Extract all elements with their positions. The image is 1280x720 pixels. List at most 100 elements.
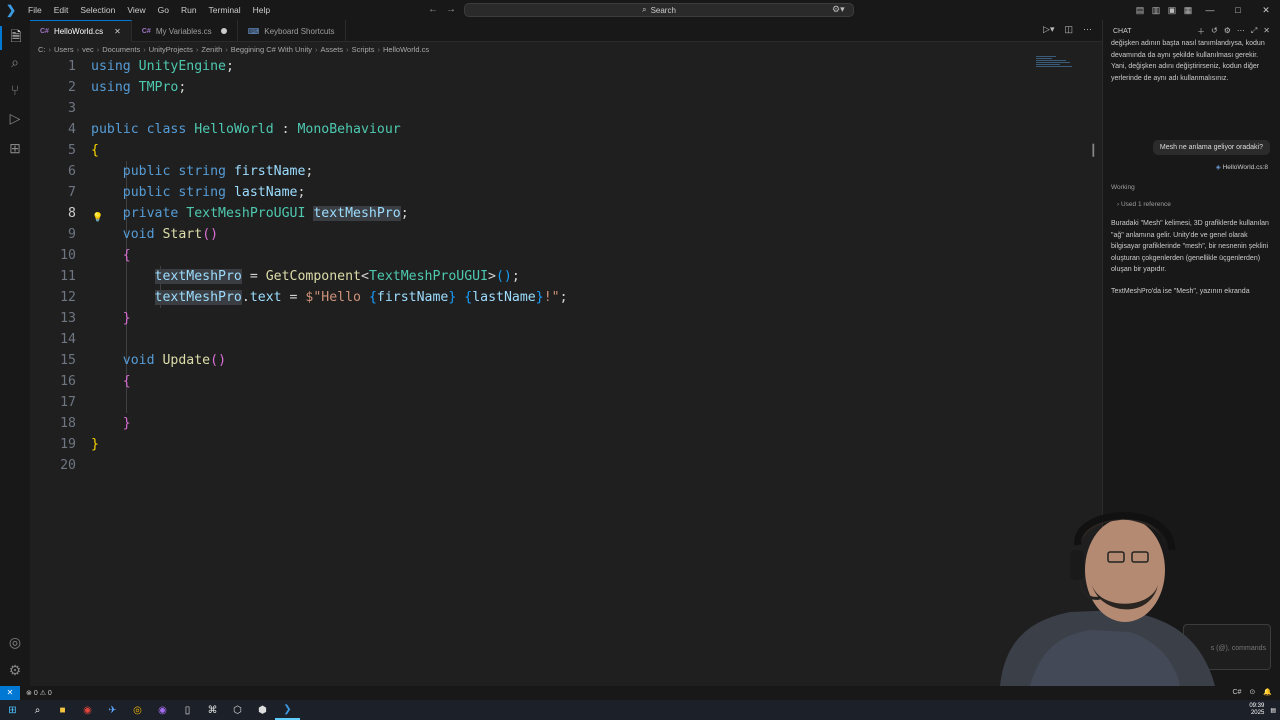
tab-my-variables[interactable]: C# My Variables.cs [132, 20, 238, 42]
close-window-icon[interactable]: ✕ [1252, 5, 1280, 16]
app-blue-icon[interactable]: ✈ [100, 700, 125, 720]
code-line[interactable]: 12 textMeshPro.text = $"Hello {firstName… [30, 287, 1090, 308]
settings-gear-icon[interactable]: ⚙ [1224, 26, 1231, 37]
more-icon[interactable]: ⋯ [1237, 26, 1245, 37]
breadcrumb-item[interactable]: vec [82, 45, 94, 54]
code-token: public [122, 164, 171, 179]
run-icon[interactable]: ▷▾ [1043, 24, 1054, 35]
breadcrumb-item[interactable]: Documents [102, 45, 140, 54]
breadcrumb-item[interactable]: C: [38, 45, 46, 54]
file-explorer-icon[interactable]: ■ [50, 700, 75, 720]
problems-indicator[interactable]: ⊗ 0 ⚠ 0 [20, 689, 52, 697]
breadcrumb-item[interactable]: Zenith [201, 45, 222, 54]
code-line[interactable]: 18 } [30, 413, 1090, 434]
gamepad-icon[interactable]: ⌘ [200, 700, 225, 720]
search-activity-icon[interactable]: ⌕ [0, 54, 30, 71]
menu-file[interactable]: File [22, 0, 48, 20]
chevron-right-icon: › [1117, 201, 1120, 208]
reference-file[interactable]: ◈ HelloWorld.cs:8 [1216, 163, 1268, 171]
menu-go[interactable]: Go [152, 0, 175, 20]
notifications-bell-icon[interactable]: 🔔 [1263, 686, 1272, 700]
minimap[interactable] [1036, 56, 1092, 76]
close-chat-icon[interactable]: ✕ [1263, 26, 1270, 37]
code-line[interactable]: 19} [30, 434, 1090, 455]
code-token: } [122, 311, 131, 326]
more-actions-icon[interactable]: ⋯ [1083, 24, 1092, 35]
code-line[interactable]: 11 textMeshPro = GetComponent<TextMeshPr… [30, 266, 1090, 287]
windows-start-icon[interactable]: ⊞ [0, 700, 25, 720]
used-references[interactable]: › Used 1 reference [1117, 201, 1171, 208]
notepad-icon[interactable]: ▯ [175, 700, 200, 720]
code-line[interactable]: 20 [30, 455, 1090, 476]
menu-run[interactable]: Run [175, 0, 203, 20]
code-line[interactable]: 8 💡 private TextMeshProUGUI textMeshPro; [30, 203, 1090, 224]
clock[interactable]: 09:39 2025 [1249, 703, 1264, 717]
breadcrumb-item[interactable]: Beggining C# With Unity [231, 45, 312, 54]
unsaved-dot-icon[interactable] [220, 28, 227, 34]
code-line[interactable]: 13 } [30, 308, 1090, 329]
explorer-icon[interactable]: 🗎 [0, 26, 30, 50]
close-tab-icon[interactable]: ✕ [114, 27, 121, 36]
extensions-icon[interactable]: ⊞ [0, 140, 30, 157]
toggle-secondary-sidebar-icon[interactable]: ▣ [1164, 5, 1180, 16]
tab-helloworld[interactable]: C# HelloWorld.cs ✕ [30, 20, 132, 42]
code-line[interactable]: 10 { [30, 245, 1090, 266]
history-icon[interactable]: ↺ [1211, 26, 1218, 37]
taskbar-search-icon[interactable]: ⌕ [25, 700, 50, 720]
app-red-icon[interactable]: ◉ [75, 700, 100, 720]
chrome-icon[interactable]: ◎ [125, 700, 150, 720]
accounts-icon[interactable]: ◎ [0, 634, 30, 651]
toggle-primary-sidebar-icon[interactable]: ▤ [1132, 5, 1148, 16]
breadcrumb-item[interactable]: UnityProjects [149, 45, 193, 54]
remote-indicator-icon[interactable]: ✕ [0, 686, 20, 700]
code-line[interactable]: 15 void Update() [30, 350, 1090, 371]
tab-keyboard-shortcuts[interactable]: ⌨ Keyboard Shortcuts [238, 20, 346, 42]
toggle-panel-icon[interactable]: ▥ [1148, 5, 1164, 16]
code-token: ; [305, 164, 314, 179]
breadcrumb-item[interactable]: Users [54, 45, 74, 54]
code-line[interactable]: 4 public class HelloWorld : MonoBehaviour [30, 119, 1090, 140]
forward-arrow-icon[interactable]: → [446, 0, 456, 20]
windows-taskbar: ⊞ ⌕ ■ ◉ ✈ ◎ ◉ ▯ ⌘ ⬡ ⬢ ❯ 09:39 2025 ▤ [0, 700, 1280, 720]
code-line[interactable]: 17 [30, 392, 1090, 413]
code-editor[interactable]: 1 using UnityEngine; 2 using TMPro; 3 4 public… [30, 56, 1102, 686]
code-line[interactable]: 16 { [30, 371, 1090, 392]
copilot-status-icon[interactable]: ⊙ [1249, 686, 1255, 700]
run-debug-icon[interactable]: ▷ [0, 110, 30, 127]
code-token: using [91, 80, 131, 95]
restore-icon[interactable]: □ [1224, 5, 1252, 15]
customize-layout-icon[interactable]: ▦ [1180, 5, 1196, 16]
unity-icon[interactable]: ⬡ [225, 700, 250, 720]
breadcrumb-file[interactable]: HelloWorld.cs [383, 45, 429, 54]
code-line[interactable]: 6 public string firstName; [30, 161, 1090, 182]
breadcrumb-item[interactable]: Assets [321, 45, 344, 54]
code-line[interactable]: 7 public string lastName; [30, 182, 1090, 203]
breadcrumb-item[interactable]: Scripts [352, 45, 375, 54]
maximize-icon[interactable]: ⤢ [1251, 26, 1257, 37]
minimize-icon[interactable]: — [1196, 5, 1224, 15]
menu-help[interactable]: Help [247, 0, 276, 20]
code-line[interactable]: 2 using TMPro; [30, 77, 1090, 98]
scrollbar-marker[interactable]: ┃ [1090, 144, 1097, 157]
copilot-icon[interactable]: ⚙▾ [832, 4, 845, 15]
back-arrow-icon[interactable]: ← [428, 0, 438, 20]
menu-terminal[interactable]: Terminal [203, 0, 247, 20]
menu-edit[interactable]: Edit [48, 0, 75, 20]
code-line[interactable]: 3 [30, 98, 1090, 119]
unity-hub-icon[interactable]: ⬢ [250, 700, 275, 720]
code-line[interactable]: 1 using UnityEngine; [30, 56, 1090, 77]
command-center-search[interactable]: ⌕ Search [464, 3, 854, 17]
code-line[interactable]: 5{ [30, 140, 1090, 161]
vscode-taskbar-icon[interactable]: ❯ [275, 700, 300, 720]
app-purple-icon[interactable]: ◉ [150, 700, 175, 720]
new-chat-icon[interactable]: ＋ [1197, 26, 1205, 37]
split-editor-icon[interactable]: ◫ [1064, 24, 1073, 35]
menu-selection[interactable]: Selection [74, 0, 121, 20]
source-control-icon[interactable]: ⑂ [0, 82, 30, 98]
manage-gear-icon[interactable]: ⚙ [0, 662, 30, 679]
code-line[interactable]: 9 void Start() [30, 224, 1090, 245]
notification-icon[interactable]: ▤ [1270, 707, 1276, 714]
language-mode[interactable]: C# [1232, 686, 1241, 700]
code-line[interactable]: 14 [30, 329, 1090, 350]
menu-view[interactable]: View [121, 0, 151, 20]
